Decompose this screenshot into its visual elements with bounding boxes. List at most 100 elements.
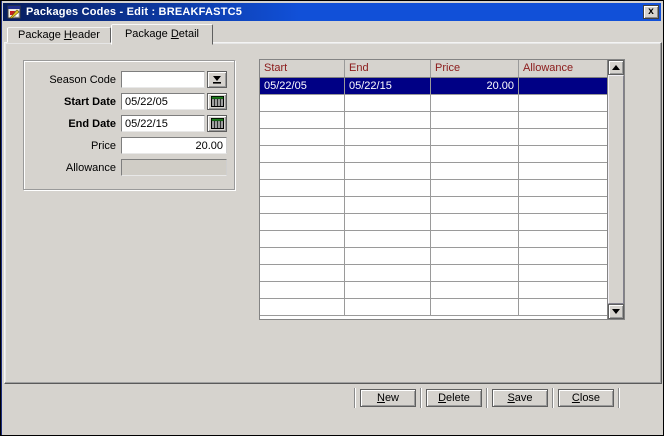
table-cell bbox=[345, 214, 431, 230]
end-date-row: End Date bbox=[24, 115, 234, 132]
table-cell bbox=[519, 265, 607, 281]
table-cell bbox=[260, 248, 345, 264]
package-detail-table: Start End Price Allowance 05/22/0505/22/… bbox=[259, 59, 625, 320]
column-header-start: Start bbox=[260, 60, 345, 77]
save-button[interactable]: Save bbox=[492, 389, 548, 407]
table-cell bbox=[431, 282, 519, 298]
title-bar[interactable]: Packages Codes - Edit : BREAKFASTC5 x bbox=[3, 3, 661, 21]
tab-package-header[interactable]: Package Header bbox=[7, 27, 111, 43]
start-date-calendar-button[interactable] bbox=[207, 93, 227, 110]
arrow-down-icon bbox=[612, 309, 620, 314]
table-row[interactable]: 05/22/0505/22/1520.00 bbox=[260, 78, 607, 95]
table-cell bbox=[519, 282, 607, 298]
table-cell bbox=[260, 197, 345, 213]
delete-button[interactable]: Delete bbox=[426, 389, 482, 407]
price-input[interactable] bbox=[121, 137, 227, 154]
season-code-row: Season Code bbox=[24, 71, 234, 88]
end-date-calendar-button[interactable] bbox=[207, 115, 227, 132]
column-header-price: Price bbox=[431, 60, 519, 77]
table-cell bbox=[260, 163, 345, 179]
price-row: Price bbox=[24, 137, 234, 154]
table-cell bbox=[260, 180, 345, 196]
table-cell bbox=[345, 180, 431, 196]
table-row[interactable] bbox=[260, 282, 607, 299]
table-cell bbox=[431, 248, 519, 264]
table-cell bbox=[431, 146, 519, 162]
table-row[interactable] bbox=[260, 180, 607, 197]
table-header-row: Start End Price Allowance bbox=[260, 60, 607, 78]
table-cell bbox=[260, 282, 345, 298]
button-separator bbox=[552, 388, 554, 408]
calendar-icon bbox=[211, 96, 224, 107]
table-row[interactable] bbox=[260, 163, 607, 180]
table-cell: 05/22/05 bbox=[260, 78, 345, 94]
table-row[interactable] bbox=[260, 231, 607, 248]
table-row[interactable] bbox=[260, 265, 607, 282]
scroll-down-button[interactable] bbox=[608, 304, 624, 319]
table-cell bbox=[431, 112, 519, 128]
tab-bar: Package Header Package Detail bbox=[7, 24, 213, 45]
scrollbar-thumb[interactable] bbox=[608, 75, 624, 304]
table-cell bbox=[345, 197, 431, 213]
close-action-button[interactable]: Close bbox=[558, 389, 614, 407]
table-cell: 20.00 bbox=[431, 78, 519, 94]
table-cell bbox=[345, 282, 431, 298]
scroll-up-button[interactable] bbox=[608, 60, 624, 75]
close-button[interactable]: x bbox=[643, 5, 659, 19]
start-date-label: Start Date bbox=[24, 96, 121, 108]
table-cell bbox=[260, 231, 345, 247]
allowance-label: Allowance bbox=[24, 162, 121, 174]
season-code-input[interactable] bbox=[121, 71, 205, 88]
end-date-label: End Date bbox=[24, 118, 121, 130]
package-detail-page: Season Code Start Date bbox=[4, 42, 662, 384]
button-separator bbox=[354, 388, 356, 408]
button-separator bbox=[486, 388, 488, 408]
table-cell: 05/22/15 bbox=[345, 78, 431, 94]
detail-form-group: Season Code Start Date bbox=[23, 60, 235, 190]
table-row[interactable] bbox=[260, 248, 607, 265]
table-cell bbox=[260, 265, 345, 281]
table-cell bbox=[345, 163, 431, 179]
table-cell bbox=[431, 95, 519, 111]
new-button[interactable]: New bbox=[360, 389, 416, 407]
table-cell bbox=[519, 180, 607, 196]
table-cell bbox=[345, 265, 431, 281]
table-row[interactable] bbox=[260, 112, 607, 129]
table-cell bbox=[260, 112, 345, 128]
dropdown-icon bbox=[213, 75, 222, 84]
end-date-input[interactable] bbox=[121, 115, 205, 132]
table-row[interactable] bbox=[260, 299, 607, 316]
table-cell bbox=[345, 146, 431, 162]
table-cell bbox=[519, 78, 607, 94]
table-cell bbox=[260, 214, 345, 230]
action-button-bar: New Delete Save Close bbox=[354, 387, 620, 409]
table-cell bbox=[431, 163, 519, 179]
table-cell bbox=[260, 299, 345, 315]
table-row[interactable] bbox=[260, 95, 607, 112]
column-header-allowance: Allowance bbox=[519, 60, 607, 77]
table-cell bbox=[260, 146, 345, 162]
dialog-window: Packages Codes - Edit : BREAKFASTC5 x Pa… bbox=[0, 0, 664, 436]
table-cell bbox=[345, 95, 431, 111]
table-cell bbox=[260, 129, 345, 145]
table-cell bbox=[431, 197, 519, 213]
price-label: Price bbox=[24, 140, 121, 152]
table-row[interactable] bbox=[260, 129, 607, 146]
table-row[interactable] bbox=[260, 146, 607, 163]
table-cell bbox=[519, 146, 607, 162]
season-code-lov-button[interactable] bbox=[207, 71, 227, 88]
table-cell bbox=[519, 299, 607, 315]
tab-package-detail[interactable]: Package Detail bbox=[111, 24, 213, 45]
table-cell bbox=[345, 112, 431, 128]
vertical-scrollbar[interactable] bbox=[607, 60, 624, 319]
calendar-icon bbox=[211, 118, 224, 129]
table-cell bbox=[431, 231, 519, 247]
table-cell bbox=[345, 299, 431, 315]
start-date-input[interactable] bbox=[121, 93, 205, 110]
button-separator bbox=[420, 388, 422, 408]
table-body: Start End Price Allowance 05/22/0505/22/… bbox=[260, 60, 607, 319]
table-row[interactable] bbox=[260, 197, 607, 214]
table-cell bbox=[345, 129, 431, 145]
table-cell bbox=[519, 248, 607, 264]
table-row[interactable] bbox=[260, 214, 607, 231]
